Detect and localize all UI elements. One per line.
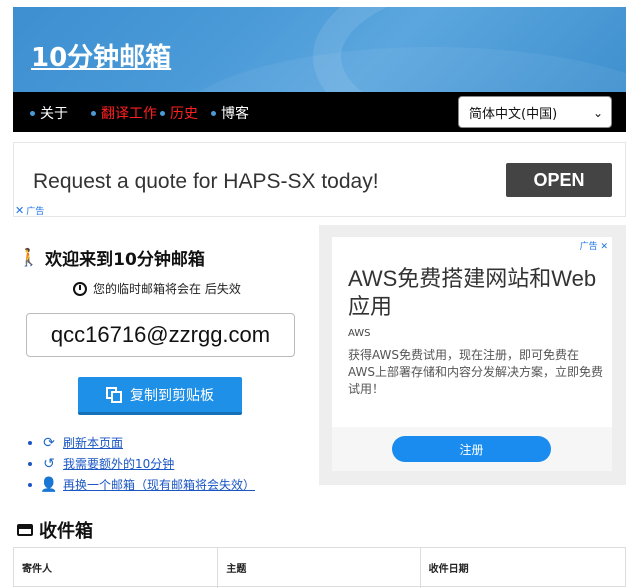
refresh-icon: ⟳ — [43, 434, 55, 451]
header-banner: 10分钟邮箱 — [13, 7, 626, 92]
ad-description: 获得AWS免费试用，现在注册，即可免费在AWS上部署存储和内容分发解决方案，立即… — [348, 348, 604, 396]
column-header-date[interactable]: 收件日期 — [421, 548, 625, 588]
copy-button-label: 复制到剪贴板 — [130, 387, 214, 404]
welcome-text: 欢迎来到10分钟邮箱 — [45, 250, 205, 270]
side-ad[interactable]: 广告 ✕ AWS免费搭建网站和Web应用 AWS 获得AWS免费试用，现在注册，… — [332, 237, 612, 471]
nav-item-label: 历史 — [170, 106, 198, 122]
action-label: 我需要额外的10分钟 — [63, 457, 175, 471]
nav-item-blog[interactable]: 博客 — [211, 103, 249, 123]
clock-icon — [73, 281, 87, 296]
extend-time-link[interactable]: ↺ 我需要额外的10分钟 — [28, 453, 255, 474]
email-address-field[interactable]: qcc16716@zzrgg.com — [26, 313, 295, 357]
bullet-icon — [28, 440, 32, 445]
welcome-heading: 🚶 欢迎来到10分钟邮箱 — [18, 245, 205, 271]
close-icon[interactable]: ✕ — [15, 204, 24, 217]
ad-headline: Request a quote for HAPS-SX today! — [33, 170, 379, 193]
copy-to-clipboard-button[interactable]: 复制到剪贴板 — [78, 377, 242, 415]
expire-text: 您的临时邮箱将会在 后失效 — [93, 282, 241, 296]
inbox-title: 收件箱 — [39, 521, 93, 542]
bullet-icon — [91, 110, 96, 116]
chevron-down-icon: ⌄ — [592, 106, 603, 120]
nav-bar: 关于 翻译工作 历史 博客 简体中文(中国) ⌄ — [13, 92, 626, 132]
top-ad-banner[interactable]: Request a quote for HAPS-SX today! OPEN — [13, 142, 626, 217]
nav-item-translate[interactable]: 翻译工作 — [91, 103, 157, 123]
user-icon: 👤 — [40, 476, 58, 493]
nav-item-label: 关于 — [40, 106, 68, 122]
banner-decoration — [313, 7, 626, 92]
language-select[interactable]: 简体中文(中国) ⌄ — [458, 96, 612, 128]
site-title-link[interactable]: 10分钟邮箱 — [31, 37, 171, 74]
bullet-icon — [30, 110, 35, 116]
ad-choices[interactable]: 广告 ✕ — [580, 239, 608, 252]
bullet-icon — [211, 110, 216, 116]
bullet-icon — [160, 110, 165, 116]
ad-brand: AWS — [348, 328, 371, 339]
new-email-link[interactable]: 👤 再换一个邮箱（现有邮箱将会失效） — [28, 474, 255, 495]
action-label: 刷新本页面 — [63, 436, 124, 450]
inbox-icon — [17, 524, 33, 536]
register-button[interactable]: 注册 — [392, 436, 551, 462]
inbox-heading: 收件箱 — [17, 517, 93, 543]
nav-item-history[interactable]: 历史 — [160, 103, 198, 123]
nav-item-about[interactable]: 关于 — [30, 103, 68, 123]
column-header-subject[interactable]: 主题 — [218, 548, 421, 588]
ad-title: AWS免费搭建网站和Web应用 — [348, 266, 597, 319]
history-icon: ↺ — [43, 455, 55, 472]
person-icon: 🚶 — [18, 247, 40, 268]
column-header-sender[interactable]: 寄件人 — [14, 548, 219, 588]
expire-notice: 您的临时邮箱将会在 后失效 — [73, 280, 241, 297]
inbox-table: 寄件人 主题 收件日期 — [13, 547, 626, 588]
refresh-page-link[interactable]: ⟳ 刷新本页面 — [28, 432, 255, 453]
close-icon[interactable]: ✕ — [600, 242, 608, 252]
nav-item-label: 博客 — [221, 106, 249, 122]
bullet-icon — [28, 482, 32, 487]
language-select-value: 简体中文(中国) — [469, 106, 558, 122]
nav-item-label: 翻译工作 — [101, 106, 157, 122]
ad-choices-label: 广告 — [579, 242, 598, 252]
bullet-icon — [28, 461, 32, 466]
action-list: ⟳ 刷新本页面 ↺ 我需要额外的10分钟 👤 再换一个邮箱（现有邮箱将会失效） — [28, 432, 255, 495]
action-label: 再换一个邮箱（现有邮箱将会失效） — [63, 478, 256, 492]
ad-open-button[interactable]: OPEN — [506, 163, 612, 197]
copy-icon — [106, 386, 122, 403]
ad-choices-label: 广告 — [26, 207, 45, 217]
ad-choices[interactable]: ✕ 广告 — [15, 204, 44, 217]
